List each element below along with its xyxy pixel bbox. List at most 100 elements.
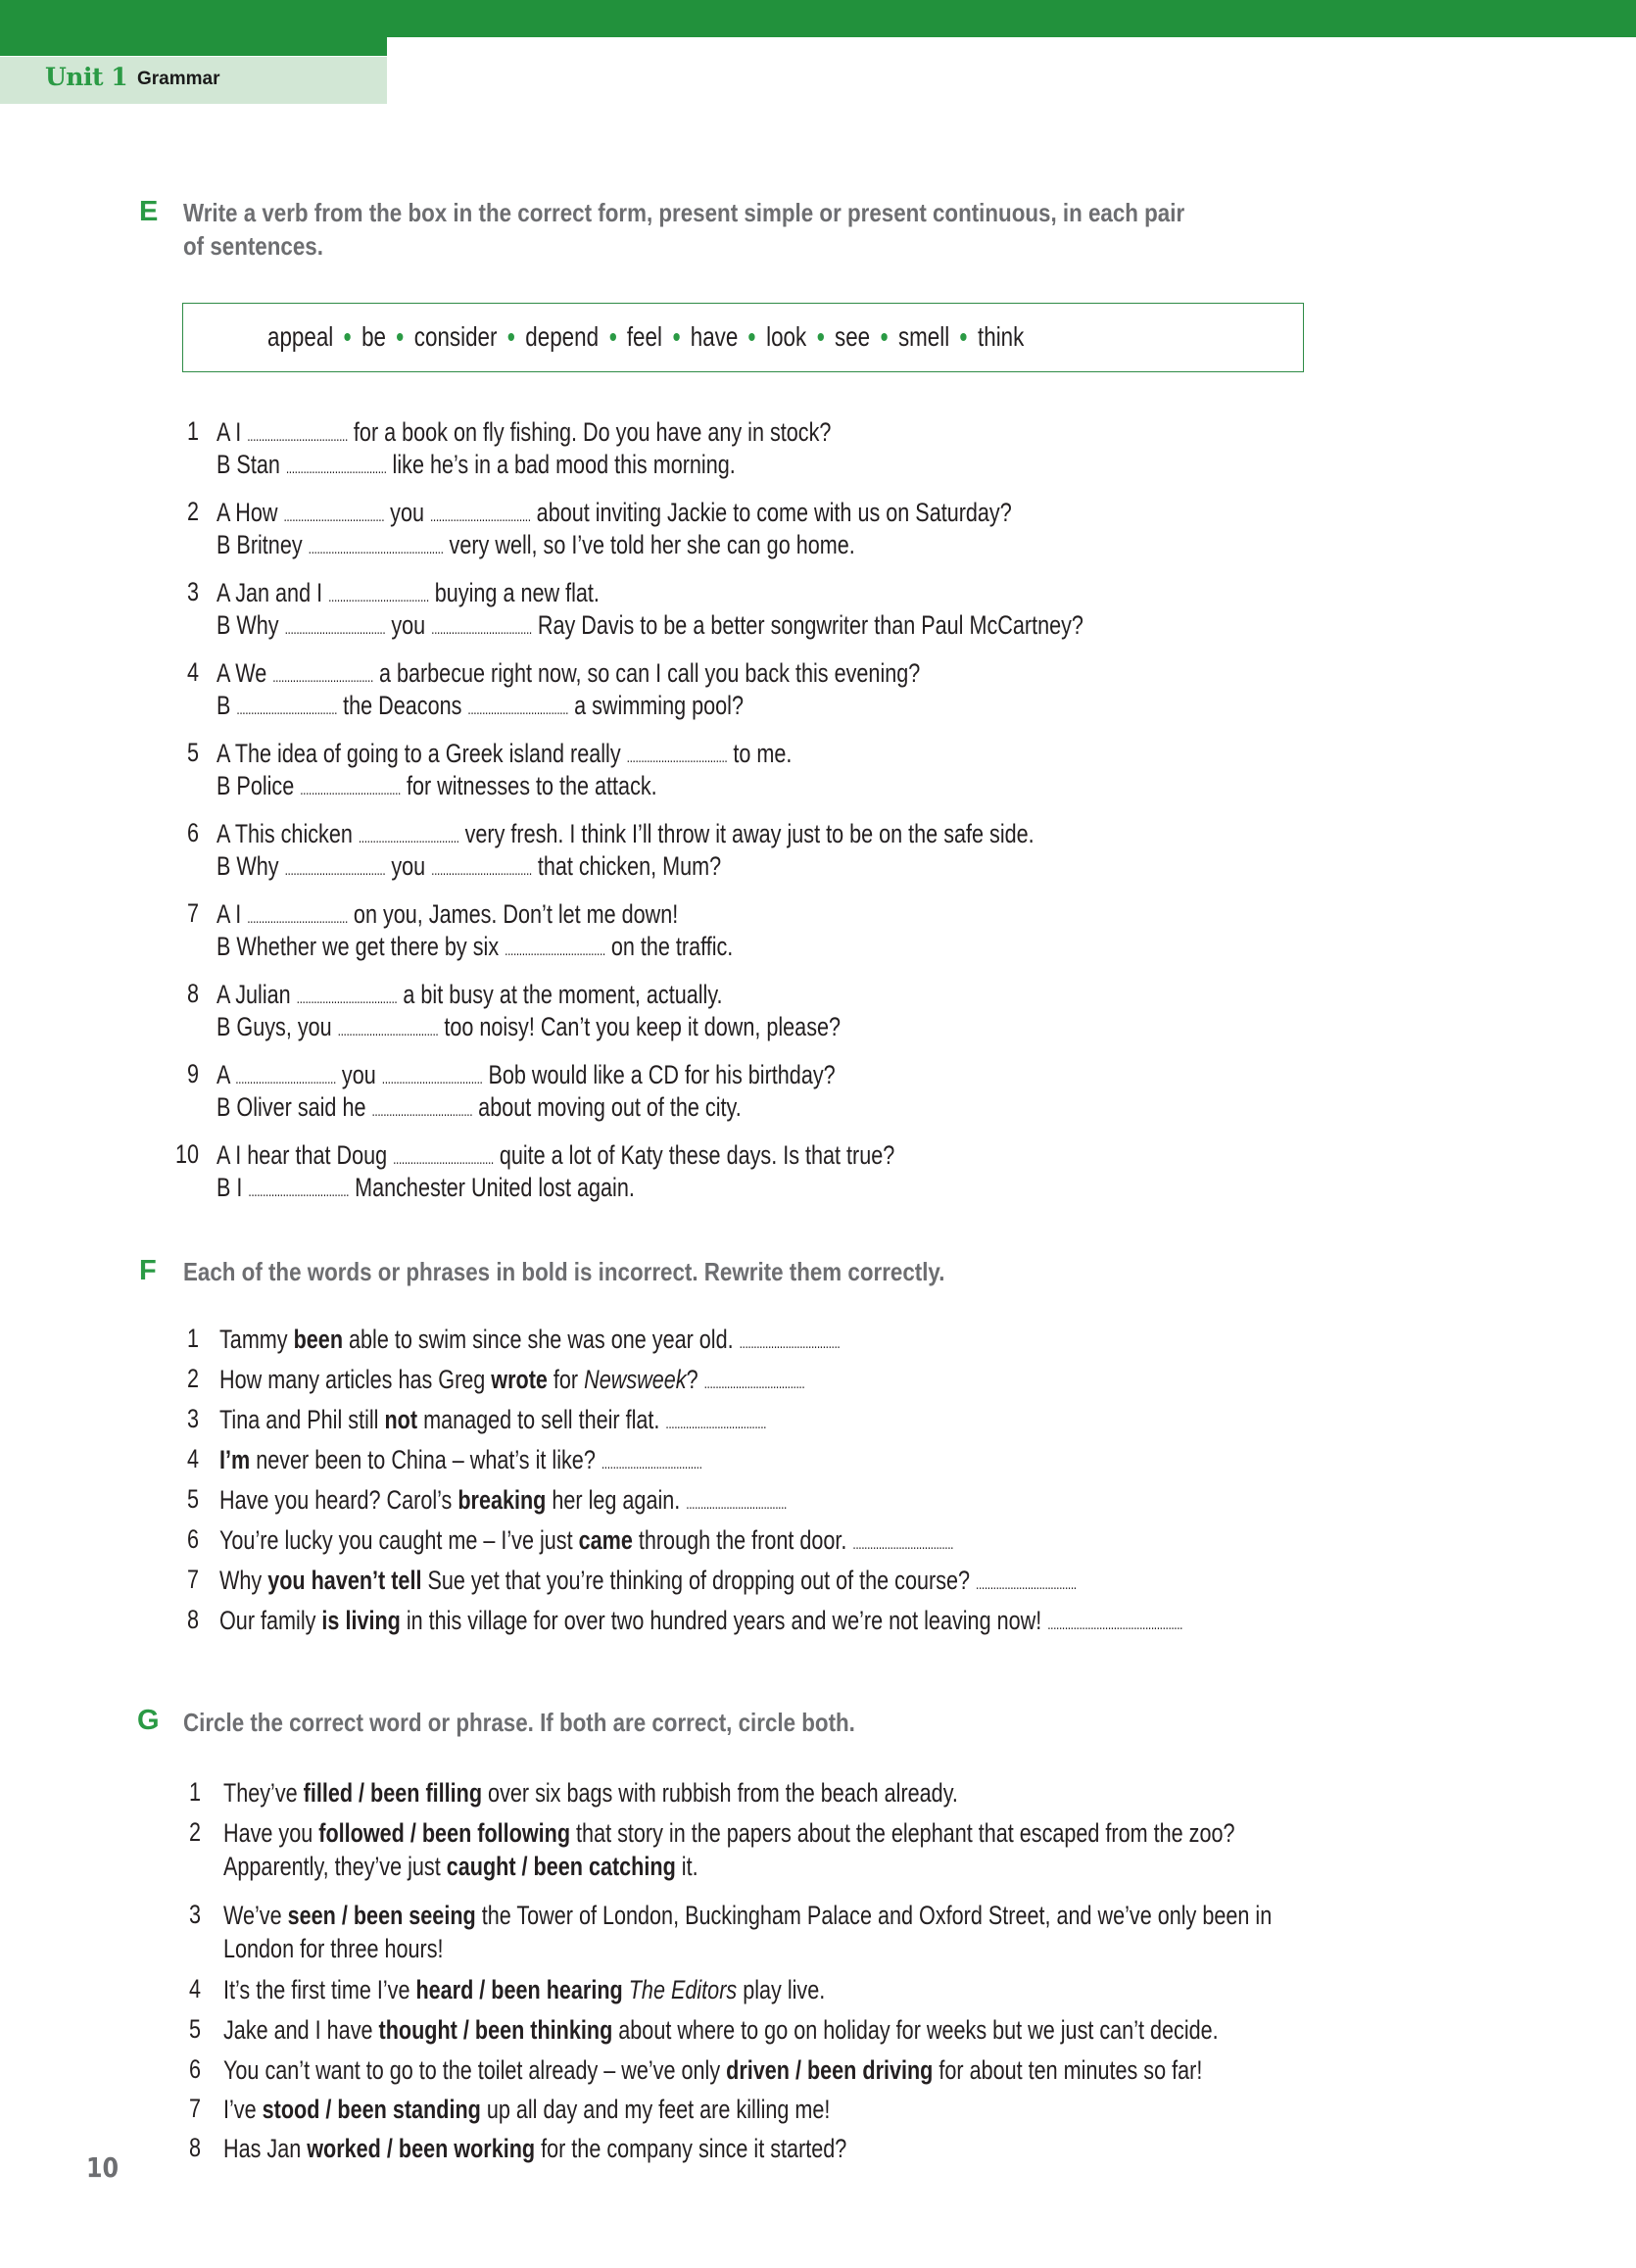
choice-options[interactable]: filled / been filling: [304, 1778, 482, 1808]
answer-blank[interactable]: ...................................: [236, 701, 337, 718]
sentence-line: Jake and I have thought / been thinking …: [223, 2014, 1219, 2046]
answer-blank[interactable]: ...................................: [431, 621, 532, 638]
bullet-icon: [881, 332, 888, 341]
answer-blank[interactable]: ...................................: [627, 749, 728, 766]
sentence-text: very fresh. I think I’ll throw it away j…: [458, 819, 1035, 848]
answer-blank[interactable]: ...................................: [686, 1496, 787, 1513]
answer-blank[interactable]: ...................................: [505, 942, 605, 959]
answer-blank[interactable]: ...................................: [431, 862, 532, 879]
bullet-icon: [748, 332, 755, 341]
item-number: 1: [186, 416, 199, 446]
item-number: 6: [186, 818, 199, 847]
choice-options[interactable]: thought / been thinking: [379, 2015, 613, 2045]
answer-blank[interactable]: ...................................: [976, 1576, 1077, 1593]
sentence-a: A I hear that Doug .....................…: [217, 1139, 894, 1176]
sentence-a: A ................................... yo…: [217, 1059, 836, 1095]
sentence-text: B Guys, you: [217, 1012, 338, 1041]
sentence-a: A The idea of going to a Greek island re…: [217, 738, 792, 774]
choice-options[interactable]: stood / been standing: [263, 2095, 481, 2124]
sentence-a: A We ...................................…: [217, 657, 920, 694]
sentence-b: B ................................... th…: [217, 690, 744, 726]
sentence-text: you: [385, 610, 432, 640]
answer-blank[interactable]: ...................................: [297, 990, 398, 1007]
sentence-b: B Whether we get there by six ..........…: [217, 931, 733, 967]
answer-blank[interactable]: ...................................: [283, 508, 384, 525]
answer-blank[interactable]: ........................................…: [309, 541, 444, 557]
sentence-a: A How ..................................…: [217, 497, 1012, 533]
sentence-text: We’ve: [223, 1901, 288, 1930]
answer-blank[interactable]: ...................................: [235, 1071, 336, 1087]
sentence-italic: The Editors: [628, 1975, 738, 2004]
choice-options[interactable]: heard / been hearing: [415, 1975, 622, 2004]
exercise-g-instruction: Circle the correct word or phrase. If bo…: [183, 1708, 855, 1737]
sentence-text: that story in the papers about the eleph…: [570, 1818, 1235, 1848]
answer-blank[interactable]: ...................................: [430, 508, 531, 525]
word-box-word: look: [766, 321, 807, 352]
answer-blank[interactable]: ...................................: [286, 460, 387, 477]
exercise-f-letter: F: [139, 1255, 157, 1286]
answer-blank[interactable]: ...................................: [393, 1151, 494, 1168]
sentence-text: You can’t want to go to the toilet alrea…: [223, 2055, 727, 2085]
answer-blank[interactable]: ...................................: [300, 782, 401, 798]
answer-blank[interactable]: ...................................: [852, 1536, 953, 1553]
sentence-a: A I ................................... …: [217, 416, 831, 453]
sentence-text: a barbecue right now, so can I call you …: [372, 658, 921, 688]
answer-blank[interactable]: ...................................: [272, 669, 373, 686]
sentence-text: the Deacons: [337, 691, 468, 720]
sentence-text: A How: [217, 498, 284, 527]
word-box-word: depend: [525, 321, 600, 352]
unit-label: Unit 1: [45, 63, 128, 91]
sentence-text: through the front door.: [632, 1525, 853, 1555]
sentence-text: A Jan and I: [217, 578, 329, 607]
sentence-text: over six bags with rubbish from the beac…: [482, 1778, 958, 1808]
answer-blank[interactable]: ...................................: [285, 862, 386, 879]
answer-blank[interactable]: ...................................: [601, 1456, 702, 1472]
sentence-text: for: [547, 1365, 585, 1394]
sentence-text: A The idea of going to a Greek island re…: [217, 739, 627, 768]
sentence-text: Tina and Phil still: [219, 1405, 385, 1434]
answer-blank[interactable]: ...................................: [382, 1071, 483, 1087]
sentence-text: B Britney: [217, 530, 309, 559]
sentence-text: too noisy! Can’t you keep it down, pleas…: [438, 1012, 842, 1041]
answer-blank[interactable]: ...................................: [247, 428, 348, 445]
answer-blank[interactable]: ...................................: [740, 1335, 841, 1352]
sentence-b: B Guys, you ............................…: [217, 1011, 841, 1047]
item-number: 7: [186, 898, 199, 928]
choice-options[interactable]: worked / been working: [307, 2134, 535, 2163]
answer-blank[interactable]: ...................................: [247, 910, 348, 927]
word-box: appeal be consider depend feel have look see sme…: [182, 303, 1304, 372]
sentence-text: her leg again.: [546, 1485, 687, 1515]
sentence-text: A: [217, 1060, 236, 1089]
choice-options[interactable]: caught / been catching: [447, 1852, 676, 1881]
answer-blank[interactable]: ...................................: [467, 701, 568, 718]
sentence-text: managed to sell their flat.: [417, 1405, 666, 1434]
answer-blank[interactable]: ...................................: [285, 621, 386, 638]
answer-blank[interactable]: ........................................…: [1047, 1617, 1182, 1633]
sentence-text: the Tower of London, Buckingham Palace a…: [475, 1901, 1273, 1930]
item-number: 8: [188, 2133, 201, 2162]
sentence-line: Has Jan worked / been working for the co…: [223, 2133, 846, 2164]
choice-options[interactable]: seen / been seeing: [288, 1901, 476, 1930]
answer-blank[interactable]: ...................................: [371, 1103, 472, 1120]
sentence-text: B I: [217, 1173, 249, 1202]
sentence-text: buying a new flat.: [428, 578, 600, 607]
sentence-text: Has Jan: [223, 2134, 308, 2163]
answer-blank[interactable]: ...................................: [359, 830, 459, 846]
bullet-icon: [673, 332, 680, 341]
sentence-b: B Stan .................................…: [217, 449, 736, 485]
sentence-text: about moving out of the city.: [472, 1092, 742, 1122]
sentence-text: on the traffic.: [604, 932, 734, 961]
item-number: 6: [186, 1524, 199, 1554]
answer-blank[interactable]: ...................................: [665, 1416, 766, 1432]
sentence-text: play live.: [737, 1975, 826, 2004]
choice-options[interactable]: driven / been driving: [726, 2055, 933, 2085]
sentence-text: you: [335, 1060, 382, 1089]
item-number: 3: [186, 577, 199, 606]
word-box-word: see: [835, 321, 871, 352]
incorrect-phrase: is living: [321, 1606, 401, 1635]
answer-blank[interactable]: ...................................: [704, 1375, 805, 1392]
choice-options[interactable]: followed / been following: [318, 1818, 570, 1848]
answer-blank[interactable]: ...................................: [248, 1183, 349, 1200]
answer-blank[interactable]: ...................................: [338, 1023, 439, 1039]
answer-blank[interactable]: ...................................: [328, 589, 429, 605]
